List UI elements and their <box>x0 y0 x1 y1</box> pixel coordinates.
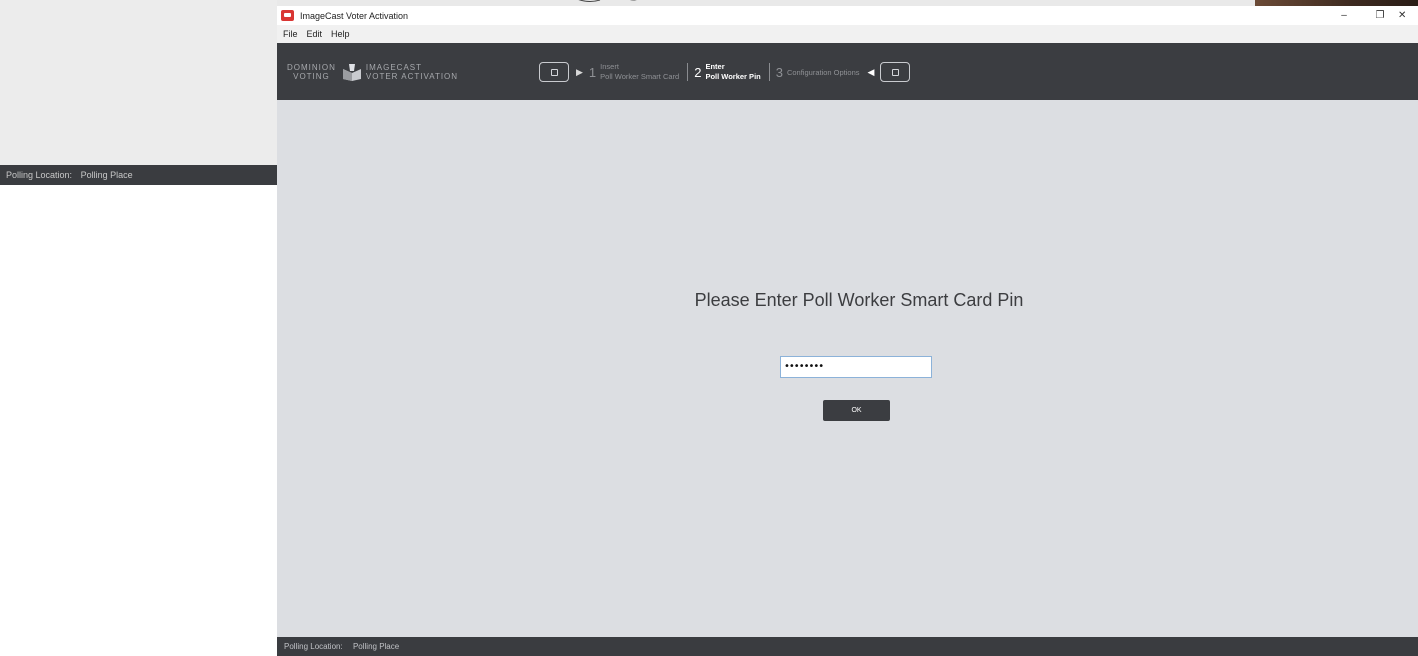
logo-left-line2: VOTING <box>293 72 330 81</box>
app-icon <box>281 10 294 21</box>
step-title: Insert <box>600 62 619 71</box>
background-status-bar: Polling Location: Polling Place <box>0 165 277 185</box>
title-bar: ImageCast Voter Activation – ❐ ✕ <box>277 6 1418 25</box>
app-window: ImageCast Voter Activation – ❐ ✕ File Ed… <box>277 6 1418 656</box>
step-divider <box>768 63 770 81</box>
menu-bar: File Edit Help <box>277 25 1418 43</box>
wizard-header: DOMINION VOTING IMAGECAST VOTER ACTIVATI… <box>277 43 1418 100</box>
wizard-steps: ▶ 1 Insert Poll Worker Smart Card 2 Ente… <box>539 57 911 87</box>
background-panel <box>0 185 277 656</box>
step-subtitle: Poll Worker Smart Card <box>600 72 680 81</box>
close-button[interactable]: ✕ <box>1398 6 1418 25</box>
window-title: ImageCast Voter Activation <box>300 10 409 21</box>
menu-edit[interactable]: Edit <box>307 29 323 39</box>
smart-card-icon <box>880 62 911 82</box>
pin-prompt: Please Enter Poll Worker Smart Card Pin <box>694 290 1024 310</box>
smart-card-icon <box>539 62 569 82</box>
step-number: 2 <box>694 64 702 80</box>
status-label: Polling Location: <box>284 642 343 651</box>
background-status-value: Polling Place <box>80 170 133 180</box>
window-controls: – ❐ ✕ <box>1326 6 1418 25</box>
pin-input[interactable]: •••••••• <box>780 356 932 378</box>
step-configuration: 3 Configuration Options <box>776 65 860 80</box>
arrow-right-icon: ▶ <box>576 66 583 77</box>
menu-file[interactable]: File <box>283 29 298 39</box>
step-insert-card: 1 Insert Poll Worker Smart Card <box>589 62 679 82</box>
background-status-label: Polling Location: <box>6 170 73 180</box>
step-number: 3 <box>775 64 783 80</box>
step-title: Enter <box>705 62 725 71</box>
step-title: Configuration Options <box>786 67 860 77</box>
ballot-box-icon <box>342 63 362 81</box>
step-number: 1 <box>588 64 597 80</box>
main-content: Please Enter Poll Worker Smart Card Pin … <box>277 100 1418 637</box>
arrow-left-icon: ◀ <box>867 66 875 77</box>
status-value: Polling Place <box>352 642 400 651</box>
minimize-button[interactable]: – <box>1326 6 1362 25</box>
step-subtitle: Poll Worker Pin <box>705 72 761 81</box>
restore-button[interactable]: ❐ <box>1362 6 1398 25</box>
step-enter-pin: 2 Enter Poll Worker Pin <box>694 62 761 82</box>
menu-help[interactable]: Help <box>331 29 350 39</box>
logo-right-line1: IMAGECAST <box>365 63 423 72</box>
logo-left-line1: DOMINION <box>287 63 336 72</box>
status-bar: Polling Location: Polling Place <box>277 637 1418 656</box>
step-divider <box>687 63 689 81</box>
ok-button[interactable]: OK <box>823 400 890 421</box>
dominion-logo: DOMINION VOTING IMAGECAST VOTER ACTIVATI… <box>287 57 458 87</box>
logo-right-line2: VOTER ACTIVATION <box>365 72 459 81</box>
